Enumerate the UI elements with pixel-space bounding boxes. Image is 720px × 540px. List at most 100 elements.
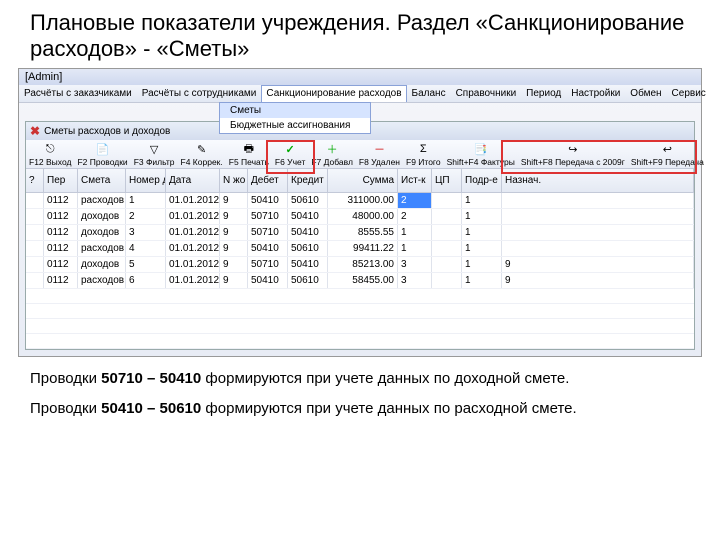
col-sum[interactable]: Сумма [328,169,398,192]
cell[interactable]: 0112 [44,241,78,256]
menu-service[interactable]: Сервис [667,85,711,102]
cell[interactable]: 50710 [248,225,288,240]
cell[interactable]: 50710 [248,257,288,272]
cell[interactable]: 99411.22 [328,241,398,256]
cell[interactable]: 1 [462,193,502,208]
col-dept[interactable]: Подр-е [462,169,502,192]
cell[interactable]: 1 [462,209,502,224]
cell[interactable]: 50410 [288,257,328,272]
cell[interactable]: 1 [462,273,502,288]
cell[interactable]: 2 [126,209,166,224]
menu-exchange[interactable]: Обмен [625,85,666,102]
btn-transfer-2009[interactable]: ↪Shift+F8 Передача с 2009г [518,140,628,168]
cell[interactable] [26,241,44,256]
cell[interactable]: 2 [398,209,432,224]
close-icon[interactable]: ✖ [30,124,40,138]
table-row[interactable]: 0112доходов501.01.20129507105041085213.0… [26,257,694,273]
cell[interactable]: 50610 [288,193,328,208]
cell[interactable]: 1 [462,225,502,240]
btn-total[interactable]: ΣF9 Итого [403,140,444,168]
cell[interactable]: 0112 [44,193,78,208]
cell[interactable]: 50410 [288,209,328,224]
col-credit[interactable]: Кредит [288,169,328,192]
data-grid[interactable]: ? Пер Смета Номер док-та Дата N жо Дебет… [26,169,694,349]
cell[interactable]: 01.01.2012 [166,241,220,256]
cell[interactable]: 1 [126,193,166,208]
cell[interactable]: 9 [502,273,694,288]
table-row[interactable]: 0112расходов401.01.20129504105061099411.… [26,241,694,257]
menu-sanctioning[interactable]: Санкционирование расходов [261,85,406,102]
cell[interactable] [432,193,462,208]
cell[interactable] [502,193,694,208]
cell[interactable]: 50410 [248,241,288,256]
cell[interactable]: 9 [220,273,248,288]
table-row[interactable]: 0112доходов301.01.2012950710504108555.55… [26,225,694,241]
cell[interactable]: 1 [398,241,432,256]
cell[interactable]: расходов [78,193,126,208]
cell[interactable]: расходов [78,241,126,256]
cell[interactable]: 0112 [44,225,78,240]
cell[interactable]: 3 [126,225,166,240]
cell[interactable] [432,273,462,288]
cell[interactable]: 48000.00 [328,209,398,224]
col-cp[interactable]: ЦП [432,169,462,192]
table-row[interactable]: 0112доходов201.01.20129507105041048000.0… [26,209,694,225]
col-marker[interactable]: ? [26,169,44,192]
menu-period[interactable]: Период [521,85,566,102]
cell[interactable]: 50410 [248,193,288,208]
btn-add[interactable]: ＋F7 Добавл [308,140,356,168]
col-docnum[interactable]: Номер док-та [126,169,166,192]
col-debit[interactable]: Дебет [248,169,288,192]
cell[interactable]: 0112 [44,273,78,288]
cell[interactable]: 3 [398,273,432,288]
cell[interactable]: 01.01.2012 [166,193,220,208]
btn-delete[interactable]: －F8 Удален [356,140,403,168]
cell[interactable]: 1 [462,241,502,256]
cell[interactable]: 50610 [288,241,328,256]
cell[interactable] [502,225,694,240]
btn-correct[interactable]: ✎F4 Коррек. [178,140,226,168]
table-row[interactable]: 0112расходов601.01.20129504105061058455.… [26,273,694,289]
cell[interactable]: 1 [398,225,432,240]
btn-exit[interactable]: ⎋F12 Выход [26,140,74,168]
cell[interactable]: доходов [78,209,126,224]
cell[interactable]: 9 [220,241,248,256]
col-purpose[interactable]: Назнач. [502,169,694,192]
col-date[interactable]: Дата [166,169,220,192]
btn-invoices[interactable]: 📑Shift+F4 Фактуры [444,140,518,168]
cell[interactable]: 50410 [288,225,328,240]
btn-print[interactable]: 🖶F5 Печать [226,140,272,168]
cell[interactable]: 0112 [44,209,78,224]
cell[interactable]: 4 [126,241,166,256]
submenu-budget[interactable]: Бюджетные ассигнования [220,118,370,133]
col-period[interactable]: Пер [44,169,78,192]
cell[interactable]: 01.01.2012 [166,257,220,272]
menu-employees[interactable]: Расчёты с сотрудниками [137,85,262,102]
btn-account[interactable]: ✓F6 Учет [272,140,308,168]
menu-directories[interactable]: Справочники [451,85,522,102]
cell[interactable] [432,225,462,240]
cell[interactable]: 1 [462,257,502,272]
col-source[interactable]: Ист-к [398,169,432,192]
cell[interactable] [432,209,462,224]
cell[interactable]: расходов [78,273,126,288]
cell[interactable] [432,241,462,256]
cell[interactable] [502,241,694,256]
cell[interactable]: 9 [220,209,248,224]
cell[interactable]: доходов [78,225,126,240]
menu-balance[interactable]: Баланс [407,85,451,102]
cell[interactable]: доходов [78,257,126,272]
cell[interactable] [26,257,44,272]
cell[interactable]: 311000.00 [328,193,398,208]
cell[interactable]: 50410 [248,273,288,288]
col-njo[interactable]: N жо [220,169,248,192]
cell[interactable]: 3 [398,257,432,272]
cell[interactable]: 50610 [288,273,328,288]
cell[interactable] [26,193,44,208]
btn-transfer[interactable]: ↩Shift+F9 Передача [628,140,707,168]
cell[interactable] [26,225,44,240]
cell[interactable]: 9 [220,257,248,272]
cell[interactable]: 01.01.2012 [166,225,220,240]
cell[interactable]: 5 [126,257,166,272]
cell[interactable]: 9 [502,257,694,272]
